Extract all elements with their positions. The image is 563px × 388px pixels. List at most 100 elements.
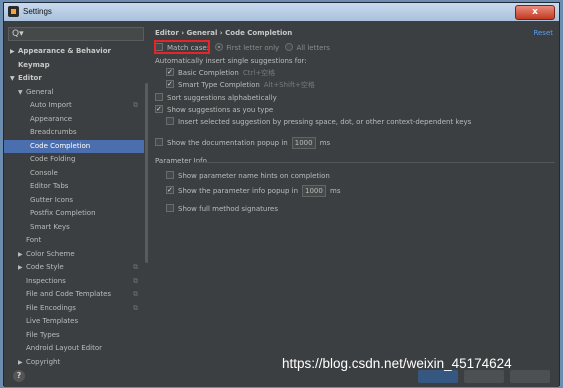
sidebar-item-live-templates[interactable]: Live Templates: [4, 315, 144, 329]
sidebar-item-copyright[interactable]: ▶ Copyright: [4, 356, 144, 367]
sidebar-item-label: Inspections: [26, 276, 66, 285]
project-scope-icon: ⧉: [133, 101, 138, 109]
sidebar-item-file-and-code-templates[interactable]: File and Code Templates ⧉: [4, 288, 144, 302]
expand-arrow-icon[interactable]: ▼: [10, 72, 18, 86]
sidebar-item-label: File Encodings: [26, 303, 76, 312]
doc-popup-row: Show the documentation popup in 1000 ms: [155, 137, 330, 149]
sidebar-item-gutter-icons[interactable]: Gutter Icons: [4, 194, 144, 208]
sidebar-item-label: Appearance: [30, 114, 73, 123]
breadcrumb: Editor › General › Code Completion: [155, 29, 293, 37]
basic-completion-row: Basic CompletionCtrl+空格: [166, 66, 276, 79]
project-scope-icon: ⧉: [133, 290, 138, 298]
doc-popup-label: Show the documentation popup in: [167, 139, 288, 147]
project-scope-icon: ⧉: [133, 263, 138, 271]
sidebar-item-label: Android Layout Editor: [26, 344, 103, 352]
basic-completion-checkbox[interactable]: [166, 66, 174, 78]
sidebar-item-appearance[interactable]: Appearance: [4, 113, 144, 127]
sidebar-item-font[interactable]: Font: [4, 234, 144, 248]
sort-alpha-label: Sort suggestions alphabetically: [167, 94, 277, 102]
show-as-type-row: Show suggestions as you type: [155, 103, 274, 116]
sidebar-item-label: Console: [30, 168, 58, 177]
sidebar-item-auto-import[interactable]: Auto Import ⧉: [4, 99, 144, 113]
search-input[interactable]: Q▾: [8, 27, 144, 41]
show-as-type-label: Show suggestions as you type: [167, 106, 274, 114]
sidebar-item-editor[interactable]: ▼ Editor: [4, 72, 144, 86]
param-popup-row: Show the parameter info popup in1000ms: [166, 184, 340, 197]
sidebar-item-label: Gutter Icons: [30, 195, 74, 204]
show-as-type-checkbox[interactable]: [155, 103, 163, 115]
sort-alpha-checkbox[interactable]: [155, 93, 163, 101]
sidebar-item-appearance-behavior[interactable]: ▶ Appearance & Behavior: [4, 45, 144, 59]
project-scope-icon: ⧉: [133, 276, 138, 285]
sidebar-item-file-types[interactable]: File Types: [4, 329, 144, 343]
close-button[interactable]: x: [515, 5, 555, 20]
sidebar-item-editor-tabs[interactable]: Editor Tabs: [4, 180, 144, 194]
all-letters-label: All letters: [296, 44, 330, 52]
sidebar-item-console[interactable]: Console: [4, 167, 144, 181]
sidebar-item-code-completion[interactable]: Code Completion: [4, 139, 144, 153]
smart-completion-row: Smart Type CompletionAlt+Shift+空格: [166, 78, 315, 91]
sidebar-item-label: Copyright: [26, 357, 61, 366]
sidebar-item-postfix-completion[interactable]: Postfix Completion: [4, 207, 144, 221]
sidebar-item-label: File Types: [26, 330, 60, 339]
param-popup-checkbox[interactable]: [166, 184, 174, 196]
insert-selected-row: Insert selected suggestion by pressing s…: [166, 116, 471, 128]
sidebar-item-label: Smart Keys: [30, 222, 70, 231]
settings-content: Editor › General › Code Completion Reset…: [151, 21, 559, 366]
settings-window: Settings x Q▾ ▶ Appearance & Behavior Keym…: [3, 2, 560, 387]
sidebar-item-general[interactable]: ▼ General: [4, 86, 144, 100]
insert-selected-label: Insert selected suggestion by pressing s…: [178, 118, 472, 126]
auto-insert-label: Automatically insert single suggestions …: [155, 57, 307, 65]
doc-popup-ms-input[interactable]: 1000: [291, 137, 316, 149]
expand-arrow-icon[interactable]: ▼: [18, 86, 26, 100]
sidebar-item-code-style[interactable]: ▶ Code Style ⧉: [4, 261, 144, 275]
expand-arrow-icon[interactable]: ▶: [18, 261, 26, 275]
sidebar-item-android-layout-editor[interactable]: Android Layout Editor: [4, 342, 144, 356]
sidebar-item-label: Editor: [18, 74, 42, 82]
match-case-highlight: [154, 40, 210, 54]
sidebar-scrollbar[interactable]: [145, 83, 148, 263]
sidebar-item-label: Live Templates: [26, 317, 79, 325]
first-letter-radio[interactable]: [215, 43, 224, 51]
sidebar-item-color-scheme[interactable]: ▶ Color Scheme: [4, 248, 144, 262]
smart-completion-shortcut: Alt+Shift+空格: [263, 81, 315, 89]
sidebar-item-code-folding[interactable]: Code Folding: [4, 153, 144, 167]
param-hints-label: Show parameter name hints on completion: [178, 172, 330, 180]
sidebar-item-label: Keymap: [18, 60, 50, 69]
reset-link[interactable]: Reset: [533, 29, 553, 37]
title-bar: Settings x: [4, 3, 559, 21]
sidebar-item-smart-keys[interactable]: Smart Keys: [4, 221, 144, 235]
full-signatures-row: Show full method signatures: [166, 203, 278, 215]
cancel-button[interactable]: [464, 370, 504, 383]
expand-arrow-icon[interactable]: ▶: [18, 356, 26, 367]
param-hints-checkbox[interactable]: [166, 171, 174, 179]
sidebar-item-label: Appearance & Behavior: [18, 47, 111, 55]
insert-selected-checkbox[interactable]: [166, 117, 174, 125]
param-popup-ms-input[interactable]: 1000: [302, 185, 327, 197]
basic-completion-shortcut: Ctrl+空格: [242, 69, 276, 77]
parameter-info-title: Parameter Info: [155, 157, 207, 165]
expand-arrow-icon[interactable]: ▶: [18, 248, 26, 262]
all-letters-radio[interactable]: [285, 43, 294, 51]
app-icon: [8, 6, 19, 17]
sidebar-item-inspections[interactable]: Inspections ⧉: [4, 275, 144, 289]
sidebar-item-file-encodings[interactable]: File Encodings ⧉: [4, 302, 144, 316]
doc-popup-checkbox[interactable]: [155, 138, 163, 146]
help-button[interactable]: ?: [13, 370, 25, 382]
param-hints-row: Show parameter name hints on completion: [166, 170, 330, 182]
smart-completion-checkbox[interactable]: [166, 78, 174, 90]
expand-arrow-icon[interactable]: ▶: [10, 45, 18, 59]
sidebar-item-breadcrumbs[interactable]: Breadcrumbs: [4, 126, 144, 140]
apply-button[interactable]: [510, 370, 550, 383]
window-title: Settings: [23, 7, 52, 16]
settings-sidebar: Q▾ ▶ Appearance & Behavior Keymap ▼ Editor ▼ G…: [4, 21, 148, 366]
sidebar-item-label: Code Folding: [30, 155, 76, 163]
first-letter-label: First letter only: [226, 44, 280, 52]
sidebar-item-label: Code Completion: [30, 141, 91, 150]
sidebar-item-keymap[interactable]: Keymap: [4, 59, 144, 73]
ok-button[interactable]: [418, 370, 458, 383]
full-signatures-checkbox[interactable]: [166, 204, 174, 212]
sidebar-item-label: Postfix Completion: [30, 209, 96, 217]
sidebar-item-label: Font: [26, 236, 42, 244]
param-popup-label: Show the parameter info popup in: [178, 187, 299, 195]
